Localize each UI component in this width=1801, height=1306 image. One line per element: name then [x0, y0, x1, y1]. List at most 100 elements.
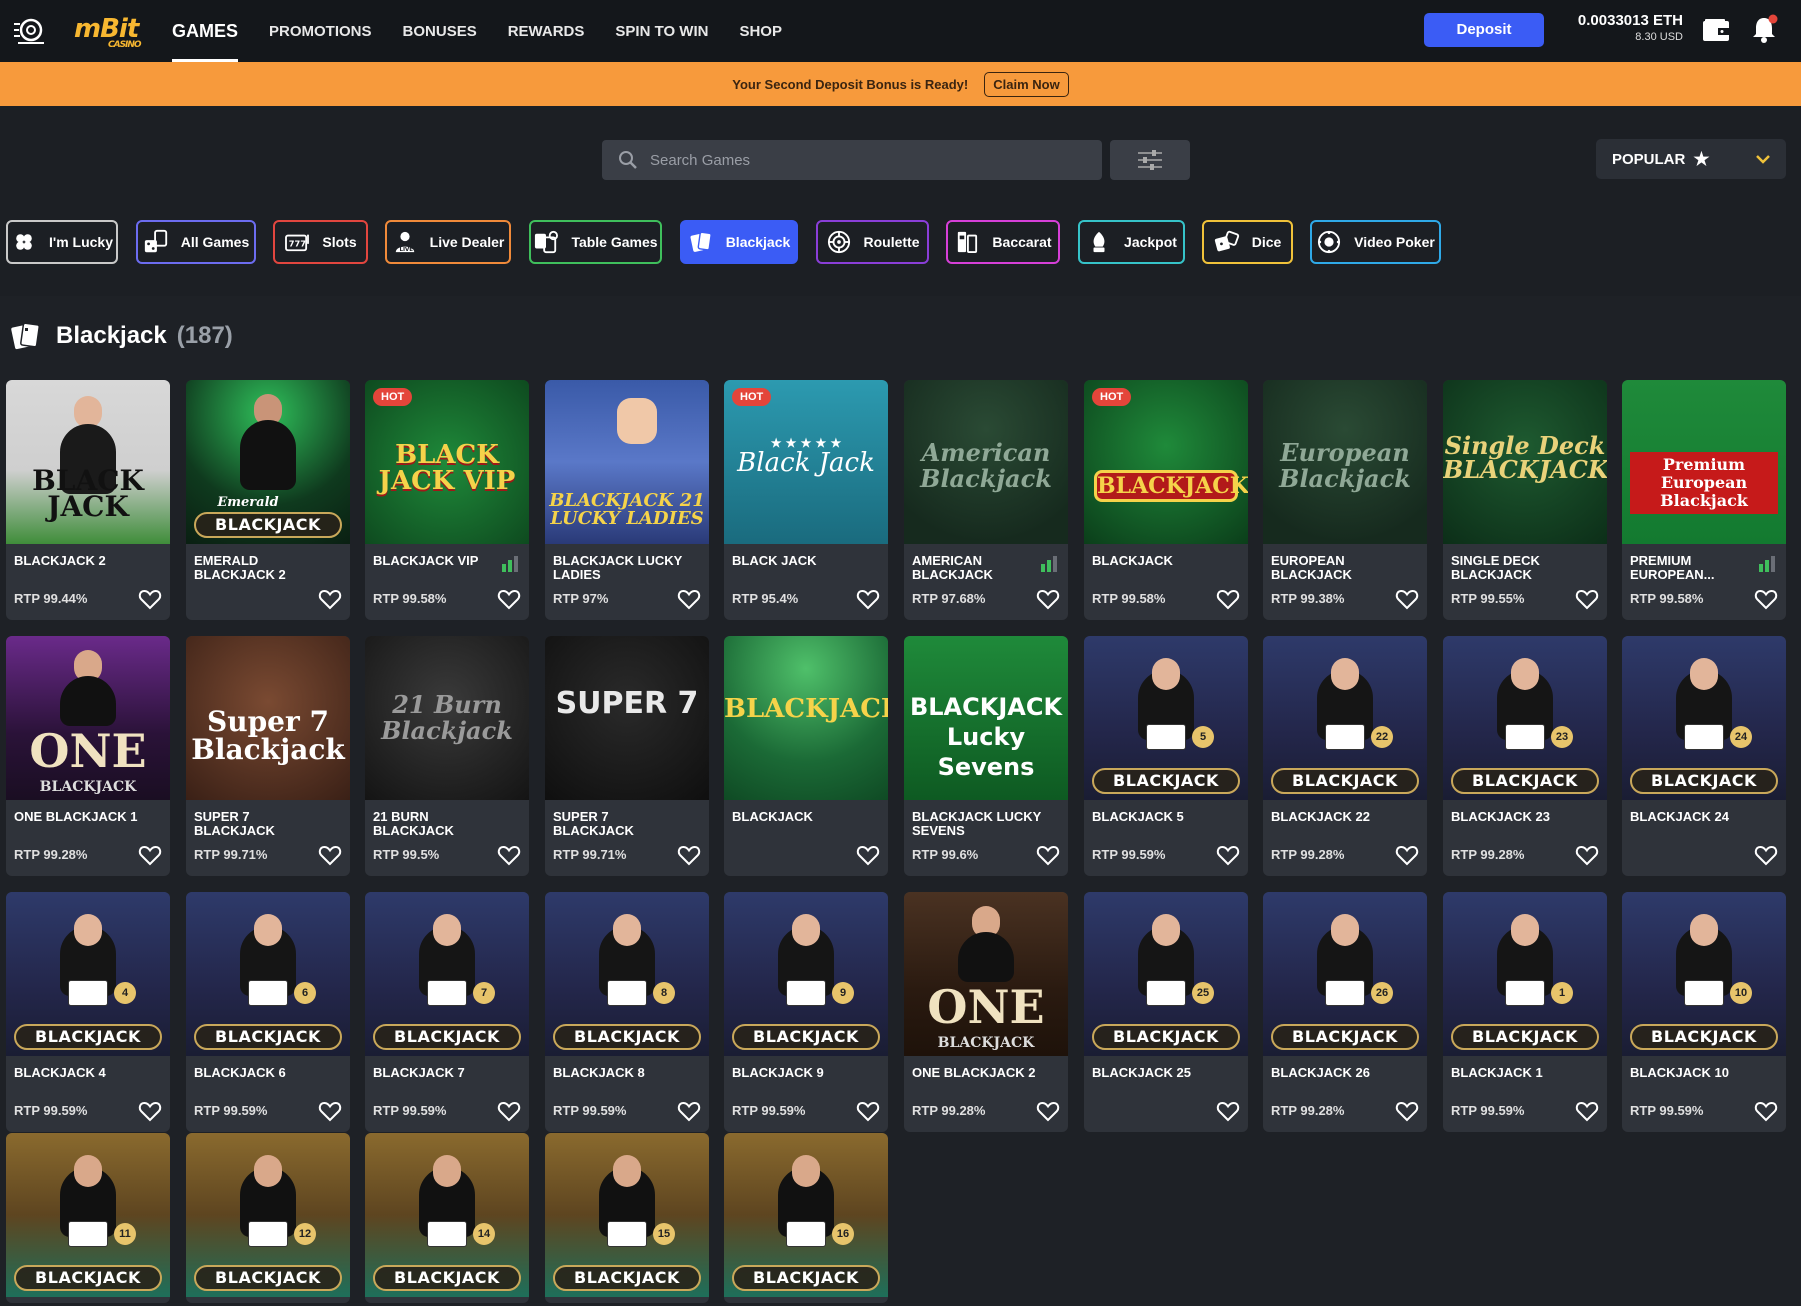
search-input[interactable]: [650, 151, 1070, 169]
favorite-heart-icon[interactable]: [1575, 844, 1599, 866]
game-card[interactable]: BLACKJACK Lucky Sevens BLACKJACK LUCKY S…: [904, 636, 1068, 876]
game-thumbnail[interactable]: 24 BLACKJACK: [1622, 636, 1786, 800]
category-table-games[interactable]: Table Games: [529, 220, 662, 264]
favorite-heart-icon[interactable]: [1395, 588, 1419, 610]
game-card[interactable]: 10 BLACKJACK BLACKJACK 10 RTP 99.59%: [1622, 892, 1786, 1132]
game-card[interactable]: Black Jack ★ ★ ★ ★ ★ HOT BLACK JACK RTP 95…: [724, 380, 888, 620]
favorite-heart-icon[interactable]: [1395, 1100, 1419, 1122]
game-card[interactable]: SUPER 7 SUPER 7 BLACKJACK RTP 99.71%: [545, 636, 709, 876]
nav-item-spin-to-win[interactable]: SPIN TO WIN: [615, 0, 708, 62]
game-card[interactable]: BLACK JACK BLACKJACK 2 RTP 99.44%: [6, 380, 170, 620]
wallet-icon[interactable]: [1702, 18, 1730, 42]
game-card[interactable]: BLACKJACK HOT BLACKJACK RTP 99.58%: [1084, 380, 1248, 620]
favorite-heart-icon[interactable]: [497, 1100, 521, 1122]
favorite-heart-icon[interactable]: [497, 844, 521, 866]
favorite-heart-icon[interactable]: [677, 844, 701, 866]
game-card[interactable]: Single Deck BLACKJACK SINGLE DECK BLACKJ…: [1443, 380, 1607, 620]
favorite-heart-icon[interactable]: [1754, 1100, 1778, 1122]
favorite-heart-icon[interactable]: [856, 1100, 880, 1122]
game-thumbnail[interactable]: BLACKJACK HOT: [1084, 380, 1248, 544]
category-blackjack[interactable]: Blackjack: [680, 220, 798, 264]
game-card[interactable]: 26 BLACKJACK BLACKJACK 26 RTP 99.28%: [1263, 892, 1427, 1132]
game-card[interactable]: BLACKJACK BLACKJACK: [724, 636, 888, 876]
favorite-heart-icon[interactable]: [1754, 844, 1778, 866]
game-thumbnail[interactable]: BLACKJACK: [724, 636, 888, 800]
game-thumbnail[interactable]: 16 BLACKJACK: [724, 1133, 888, 1297]
claim-now-button[interactable]: Claim Now: [984, 71, 1069, 97]
game-card[interactable]: ONE BLACKJACK ONE BLACKJACK 1 RTP 99.28%: [6, 636, 170, 876]
favorite-heart-icon[interactable]: [677, 588, 701, 610]
deposit-button[interactable]: Deposit: [1424, 13, 1544, 47]
game-card[interactable]: ONE BLACKJACK ONE BLACKJACK 2 RTP 99.28%: [904, 892, 1068, 1132]
favorite-heart-icon[interactable]: [1216, 1100, 1240, 1122]
game-card[interactable]: 16 BLACKJACK: [724, 1133, 888, 1303]
game-thumbnail[interactable]: 5 BLACKJACK: [1084, 636, 1248, 800]
game-thumbnail[interactable]: 25 BLACKJACK: [1084, 892, 1248, 1056]
favorite-heart-icon[interactable]: [1216, 844, 1240, 866]
game-card[interactable]: 1 BLACKJACK BLACKJACK 1 RTP 99.59%: [1443, 892, 1607, 1132]
game-card[interactable]: Super 7 Blackjack SUPER 7 BLACKJACK RTP …: [186, 636, 350, 876]
favorite-heart-icon[interactable]: [318, 844, 342, 866]
game-thumbnail[interactable]: ONE BLACKJACK: [6, 636, 170, 800]
game-card[interactable]: 22 BLACKJACK BLACKJACK 22 RTP 99.28%: [1263, 636, 1427, 876]
game-thumbnail[interactable]: European Blackjack: [1263, 380, 1427, 544]
favorite-heart-icon[interactable]: [318, 588, 342, 610]
game-card[interactable]: BLACK JACK VIP HOT BLACKJACK VIP RTP 99.5…: [365, 380, 529, 620]
game-thumbnail[interactable]: 6 BLACKJACK: [186, 892, 350, 1056]
game-card[interactable]: 15 BLACKJACK: [545, 1133, 709, 1303]
category-baccarat[interactable]: Baccarat: [946, 220, 1060, 264]
brand-logo[interactable]: mBit CASINO: [74, 14, 142, 50]
favorite-heart-icon[interactable]: [1036, 844, 1060, 866]
favorite-heart-icon[interactable]: [1036, 1100, 1060, 1122]
game-thumbnail[interactable]: BLACK JACK: [6, 380, 170, 544]
notification-bell-icon[interactable]: [1750, 14, 1778, 44]
game-thumbnail[interactable]: Emerald BLACKJACK: [186, 380, 350, 544]
game-thumbnail[interactable]: 4 BLACKJACK: [6, 892, 170, 1056]
game-thumbnail[interactable]: Premium European Blackjack: [1622, 380, 1786, 544]
category-slots[interactable]: 777 Slots: [273, 220, 368, 264]
game-thumbnail[interactable]: 10 BLACKJACK: [1622, 892, 1786, 1056]
game-thumbnail[interactable]: 1 BLACKJACK: [1443, 892, 1607, 1056]
game-thumbnail[interactable]: Super 7 Blackjack: [186, 636, 350, 800]
sort-dropdown[interactable]: POPULAR ★: [1596, 139, 1786, 179]
game-card[interactable]: BLACKJACK 21 LUCKY LADIES BLACKJACK LUCK…: [545, 380, 709, 620]
game-thumbnail[interactable]: 14 BLACKJACK: [365, 1133, 529, 1297]
wallet-balance[interactable]: 0.0033013 ETH 8.30 USD: [1578, 12, 1683, 43]
game-card[interactable]: Premium European Blackjack PREMIUM EUROP…: [1622, 380, 1786, 620]
game-thumbnail[interactable]: 26 BLACKJACK: [1263, 892, 1427, 1056]
favorite-heart-icon[interactable]: [318, 1100, 342, 1122]
game-card[interactable]: American Blackjack AMERICAN BLACKJACK RT…: [904, 380, 1068, 620]
game-thumbnail[interactable]: 12 BLACKJACK: [186, 1133, 350, 1297]
game-thumbnail[interactable]: 23 BLACKJACK: [1443, 636, 1607, 800]
game-card[interactable]: 4 BLACKJACK BLACKJACK 4 RTP 99.59%: [6, 892, 170, 1132]
nav-item-shop[interactable]: SHOP: [739, 0, 782, 62]
game-card[interactable]: 11 BLACKJACK: [6, 1133, 170, 1303]
game-thumbnail[interactable]: 15 BLACKJACK: [545, 1133, 709, 1297]
game-thumbnail[interactable]: 22 BLACKJACK: [1263, 636, 1427, 800]
game-thumbnail[interactable]: Single Deck BLACKJACK: [1443, 380, 1607, 544]
favorite-heart-icon[interactable]: [138, 1100, 162, 1122]
game-thumbnail[interactable]: American Blackjack: [904, 380, 1068, 544]
game-thumbnail[interactable]: 21 Burn Blackjack: [365, 636, 529, 800]
favorite-heart-icon[interactable]: [138, 844, 162, 866]
game-card[interactable]: 9 BLACKJACK BLACKJACK 9 RTP 99.59%: [724, 892, 888, 1132]
filter-button[interactable]: [1110, 140, 1190, 180]
favorite-heart-icon[interactable]: [1036, 588, 1060, 610]
nav-item-rewards[interactable]: REWARDS: [508, 0, 585, 62]
nav-item-games[interactable]: GAMES: [172, 0, 239, 62]
game-card[interactable]: 7 BLACKJACK BLACKJACK 7 RTP 99.59%: [365, 892, 529, 1132]
game-card[interactable]: 25 BLACKJACK BLACKJACK 25: [1084, 892, 1248, 1132]
menu-icon[interactable]: [12, 16, 46, 46]
category-roulette[interactable]: Roulette: [816, 220, 929, 264]
favorite-heart-icon[interactable]: [1754, 588, 1778, 610]
game-card[interactable]: European Blackjack EUROPEAN BLACKJACK RT…: [1263, 380, 1427, 620]
favorite-heart-icon[interactable]: [1575, 1100, 1599, 1122]
favorite-heart-icon[interactable]: [677, 1100, 701, 1122]
nav-item-bonuses[interactable]: BONUSES: [403, 0, 477, 62]
game-card[interactable]: Emerald BLACKJACK EMERALD BLACKJACK 2: [186, 380, 350, 620]
game-card[interactable]: 12 BLACKJACK: [186, 1133, 350, 1303]
category-video-poker[interactable]: Video Poker: [1310, 220, 1441, 264]
game-thumbnail[interactable]: Black Jack ★ ★ ★ ★ ★ HOT: [724, 380, 888, 544]
favorite-heart-icon[interactable]: [138, 588, 162, 610]
favorite-heart-icon[interactable]: [1575, 588, 1599, 610]
